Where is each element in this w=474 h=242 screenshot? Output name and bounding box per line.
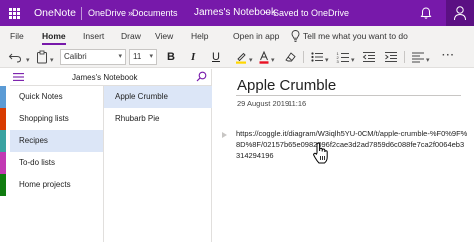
tab-view[interactable]: View [155,31,173,41]
tab-file[interactable]: File [10,31,24,41]
tab-open-in-app[interactable]: Open in app [233,31,279,41]
bullet-list-icon[interactable] [310,50,324,64]
title-dash: – [264,7,270,18]
section-shopping-lists[interactable]: Shopping lists [10,108,103,130]
page-time: 11:16 [288,99,307,108]
search-icon[interactable] [196,71,207,82]
section-quick-notes[interactable]: Quick Notes [10,86,103,108]
app-name[interactable]: OneNote [34,7,76,19]
tab-home[interactable]: Home [42,31,66,41]
section-color-tab [0,152,6,174]
page-title[interactable]: Apple Crumble [237,77,336,94]
title-underline [236,95,461,96]
decrease-indent-icon[interactable] [362,50,376,64]
paste-icon[interactable] [36,50,48,64]
tab-help[interactable]: Help [191,31,208,41]
svg-text:3: 3 [337,59,340,64]
clear-formatting-icon[interactable] [283,50,297,64]
breadcrumb-onedrive[interactable]: OneDrive [88,8,126,18]
underline-button[interactable]: U [212,50,220,64]
section-color-tab [0,108,6,130]
paste-dropdown-icon[interactable]: ▾ [50,54,54,68]
bell-icon[interactable] [419,6,433,20]
title-divider [81,7,82,20]
lightbulb-icon [291,30,300,42]
bullets-dropdown-icon[interactable]: ▾ [325,54,329,68]
section-color-tab [0,130,6,152]
section-color-tab [0,86,6,108]
paragraph-handle-icon[interactable] [222,132,227,138]
page-rhubarb-pie[interactable]: Rhubarb Pie [104,108,212,130]
undo-dropdown-icon[interactable]: ▾ [26,54,30,68]
font-color-dropdown-icon[interactable]: ▾ [271,54,275,68]
numbered-list-icon[interactable]: 1 2 3 [336,50,350,64]
more-options-icon[interactable]: ··· [442,49,455,63]
italic-button[interactable]: I [191,50,195,64]
hamburger-menu-icon[interactable] [13,73,24,81]
tab-draw[interactable]: Draw [121,31,141,41]
chevron-down-icon: ▾ [149,53,153,60]
font-size-value: 11 [133,52,142,61]
tab-insert[interactable]: Insert [83,31,104,41]
chevron-down-icon: ▾ [118,53,122,60]
section-recipes[interactable]: Recipes [10,130,103,152]
font-name-value: Calibri [64,52,87,61]
undo-icon[interactable] [8,50,22,64]
app-launcher-icon[interactable] [9,8,20,19]
bold-button[interactable]: B [167,50,175,64]
active-tab-indicator [42,43,66,45]
person-icon [454,6,466,21]
increase-indent-icon[interactable] [384,50,398,64]
avatar[interactable] [446,0,474,26]
tell-me-search[interactable]: Tell me what you want to do [303,31,408,41]
section-home-projects[interactable]: Home projects [10,174,103,196]
font-name-select[interactable]: Calibri ▾ [60,49,126,65]
page-apple-crumble[interactable]: Apple Crumble [104,86,212,108]
highlighter-icon[interactable] [234,50,248,64]
section-color-tab [0,174,6,196]
page-date: 29 August 2019 [237,99,290,108]
title-bar: OneNote OneDrive » Documents James's Not… [0,0,474,26]
save-status: Saved to OneDrive [273,8,350,18]
section-to-do-lists[interactable]: To-do lists [10,152,103,174]
numbering-dropdown-icon[interactable]: ▾ [351,54,355,68]
font-size-select[interactable]: 11 ▾ [129,49,157,65]
note-link-text[interactable]: https://coggle.it/diagram/W3iqlh5YU-0CM/… [236,128,468,161]
highlight-dropdown-icon[interactable]: ▾ [249,54,253,68]
notebook-name-label[interactable]: James's Notebook [72,73,138,82]
toolbar-divider [303,51,304,63]
font-color-icon[interactable] [258,50,270,64]
toolbar-divider [404,51,405,63]
breadcrumb-documents[interactable]: Documents [132,8,178,18]
hand-cursor-icon [313,142,328,164]
align-icon[interactable] [411,50,425,64]
ribbon-tabs: File Home Insert Draw View Help Open in … [0,26,474,46]
align-dropdown-icon[interactable]: ▾ [426,54,430,68]
formatting-toolbar: ▾ ▾ Calibri ▾ 11 ▾ B I U ▾ ▾ ▾ 1 2 3 ▾ ▾… [0,46,474,68]
